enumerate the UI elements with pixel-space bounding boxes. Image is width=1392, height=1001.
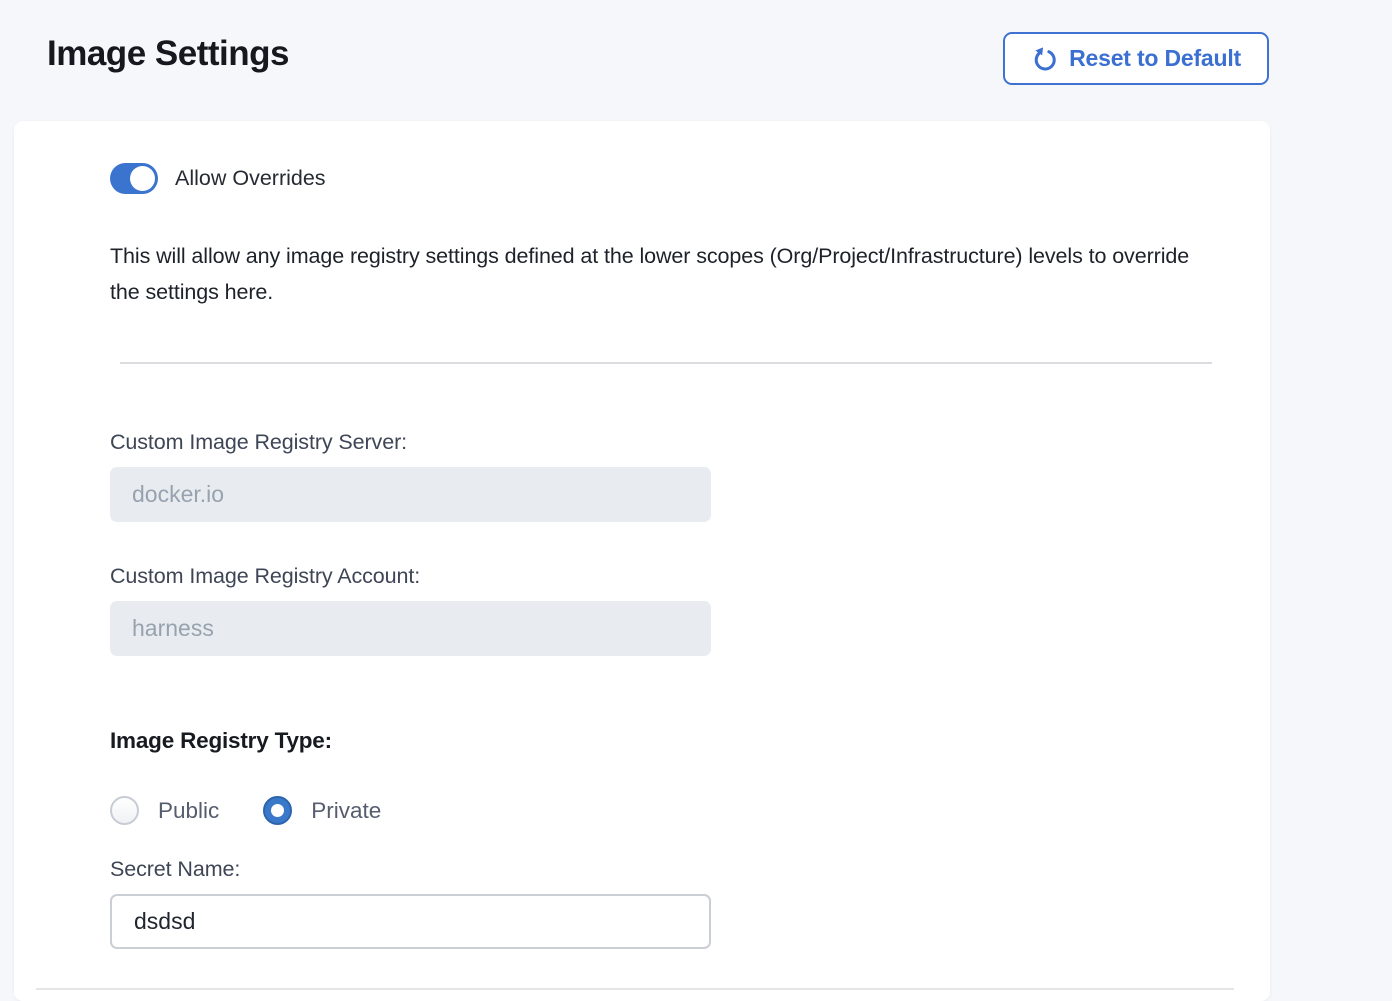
overrides-description: This will allow any image registry setti… [110, 238, 1222, 310]
secret-name-label: Secret Name: [110, 857, 1270, 882]
registry-account-label: Custom Image Registry Account: [110, 564, 1270, 589]
allow-overrides-label: Allow Overrides [175, 166, 326, 191]
secret-name-input[interactable] [110, 894, 711, 949]
registry-type-radio-group: Public Private [110, 796, 1270, 825]
bottom-edge-divider [36, 988, 1234, 990]
radio-public-label: Public [158, 798, 219, 824]
page-title: Image Settings [47, 34, 289, 74]
reset-icon [1031, 45, 1058, 72]
radio-selected-icon[interactable] [263, 796, 292, 825]
registry-server-input[interactable] [110, 467, 711, 522]
radio-option-private[interactable]: Private [263, 796, 381, 825]
reset-to-default-button[interactable]: Reset to Default [1003, 32, 1269, 85]
allow-overrides-row: Allow Overrides [110, 162, 1270, 194]
toggle-knob-icon [130, 166, 155, 191]
reset-button-label: Reset to Default [1069, 45, 1241, 72]
section-divider [120, 362, 1212, 364]
registry-server-label: Custom Image Registry Server: [110, 430, 1270, 455]
radio-unselected-icon[interactable] [110, 796, 139, 825]
radio-private-label: Private [311, 798, 381, 824]
image-settings-panel: Allow Overrides This will allow any imag… [14, 121, 1270, 1001]
registry-type-label: Image Registry Type: [110, 728, 1270, 754]
registry-account-input[interactable] [110, 601, 711, 656]
allow-overrides-toggle[interactable] [110, 163, 158, 194]
radio-option-public[interactable]: Public [110, 796, 219, 825]
